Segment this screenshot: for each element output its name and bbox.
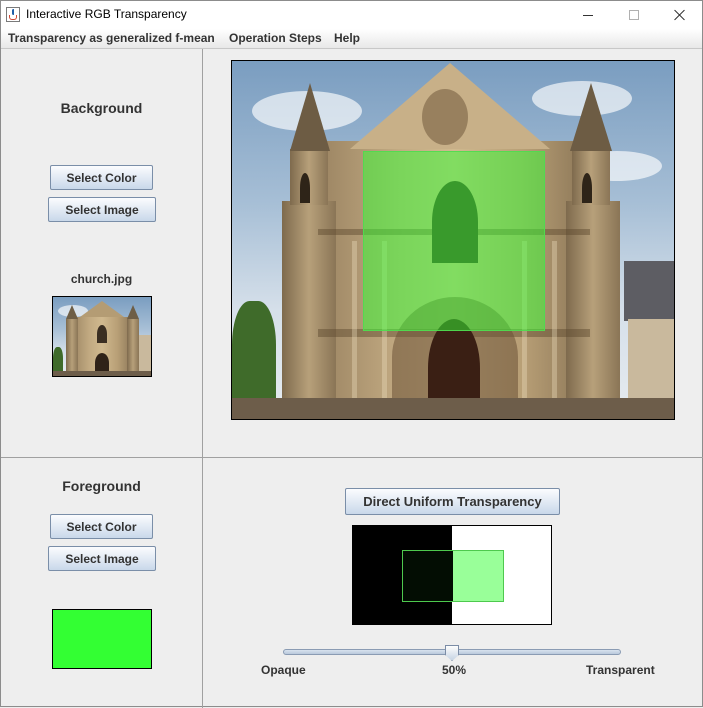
menu-bar: Transparency as generalized f-mean Opera… [1,29,702,49]
preview-foreground-over-black [402,550,453,602]
background-select-image-button[interactable]: Select Image [48,197,156,222]
transparency-preview [352,525,552,625]
close-button[interactable] [657,1,703,29]
java-app-icon [6,7,20,22]
transparency-slider-thumb[interactable] [445,645,459,661]
foreground-color-swatch [52,609,152,669]
foreground-overlay[interactable] [363,151,545,331]
minimize-icon [583,14,593,16]
direct-uniform-transparency-button[interactable]: Direct Uniform Transparency [345,488,560,515]
menu-transparency-f-mean[interactable]: Transparency as generalized f-mean [8,31,215,45]
panel-divider-vertical [202,49,203,708]
background-thumbnail [52,296,152,377]
preview-foreground-over-white [453,550,504,602]
foreground-select-color-button[interactable]: Select Color [50,514,153,539]
slider-max-label: Transparent [586,663,655,677]
close-icon [674,9,686,21]
background-title: Background [60,100,143,116]
slider-value-label: 50% [442,663,467,677]
foreground-title: Foreground [62,478,141,494]
maximize-button[interactable] [611,1,657,29]
title-bar[interactable]: Interactive RGB Transparency [1,1,702,29]
composite-image [231,60,675,420]
menu-operation-steps[interactable]: Operation Steps [229,31,322,45]
background-file-name: church.jpg [70,272,133,286]
slider-min-label: Opaque [261,663,306,677]
menu-help[interactable]: Help [334,31,360,45]
app-window: Interactive RGB Transparency Transparenc… [0,0,703,708]
maximize-icon [629,10,639,20]
panel-divider-horizontal [1,457,703,458]
foreground-select-image-button[interactable]: Select Image [48,546,156,571]
background-select-color-button[interactable]: Select Color [50,165,153,190]
minimize-button[interactable] [565,1,611,29]
window-title: Interactive RGB Transparency [26,7,187,21]
